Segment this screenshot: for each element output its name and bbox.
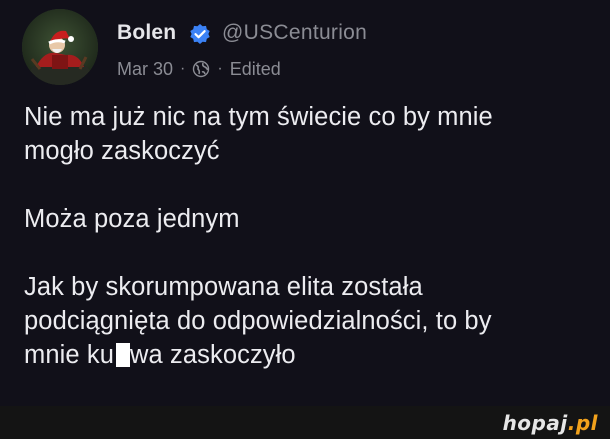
- meta-separator: ·: [217, 60, 223, 77]
- post-line: podciągnięta do odpowiedzialności, to by: [24, 307, 492, 335]
- post-line: Moża poza jednym: [24, 205, 240, 233]
- watermark-tld: .pl: [567, 411, 598, 435]
- paragraph: Nie ma już nic na tym świecie co by mnie…: [24, 100, 610, 168]
- author-handle[interactable]: @USCenturion: [222, 21, 367, 45]
- verified-badge-icon: [190, 24, 210, 44]
- post-line-fragment: wa zaskoczyło: [130, 341, 296, 369]
- paragraph: Jak by skorumpowana elita została podcią…: [24, 270, 610, 372]
- edited-label[interactable]: Edited: [230, 59, 281, 80]
- post-meta: Mar 30 · · Edited: [117, 58, 281, 80]
- post-line: Nie ma już nic na tym świecie co by mnie: [24, 103, 493, 131]
- censor-block: [116, 343, 130, 367]
- post-line-fragment: mnie ku: [24, 341, 114, 369]
- paragraph: Moża poza jednym: [24, 202, 610, 236]
- watermark-bar: hopaj.pl: [0, 406, 610, 439]
- post-date[interactable]: Mar 30: [117, 59, 173, 80]
- meta-separator: ·: [180, 60, 186, 77]
- social-post: Bolen @USCenturion Mar 30 · · Edited Nie…: [0, 0, 610, 406]
- author-avatar[interactable]: [22, 9, 98, 85]
- author-name[interactable]: Bolen: [117, 21, 176, 45]
- site-watermark: hopaj.pl: [503, 411, 598, 435]
- post-line: Jak by skorumpowana elita została: [24, 273, 423, 301]
- post-line: mnie ku wa zaskoczyło: [24, 338, 610, 372]
- post-text: Nie ma już nic na tym świecie co by mnie…: [24, 100, 610, 372]
- santa-avatar-icon: [22, 9, 98, 85]
- globe-icon: [193, 60, 210, 78]
- post-line: mogło zaskoczyć: [24, 137, 220, 165]
- watermark-site: hopaj: [502, 411, 568, 435]
